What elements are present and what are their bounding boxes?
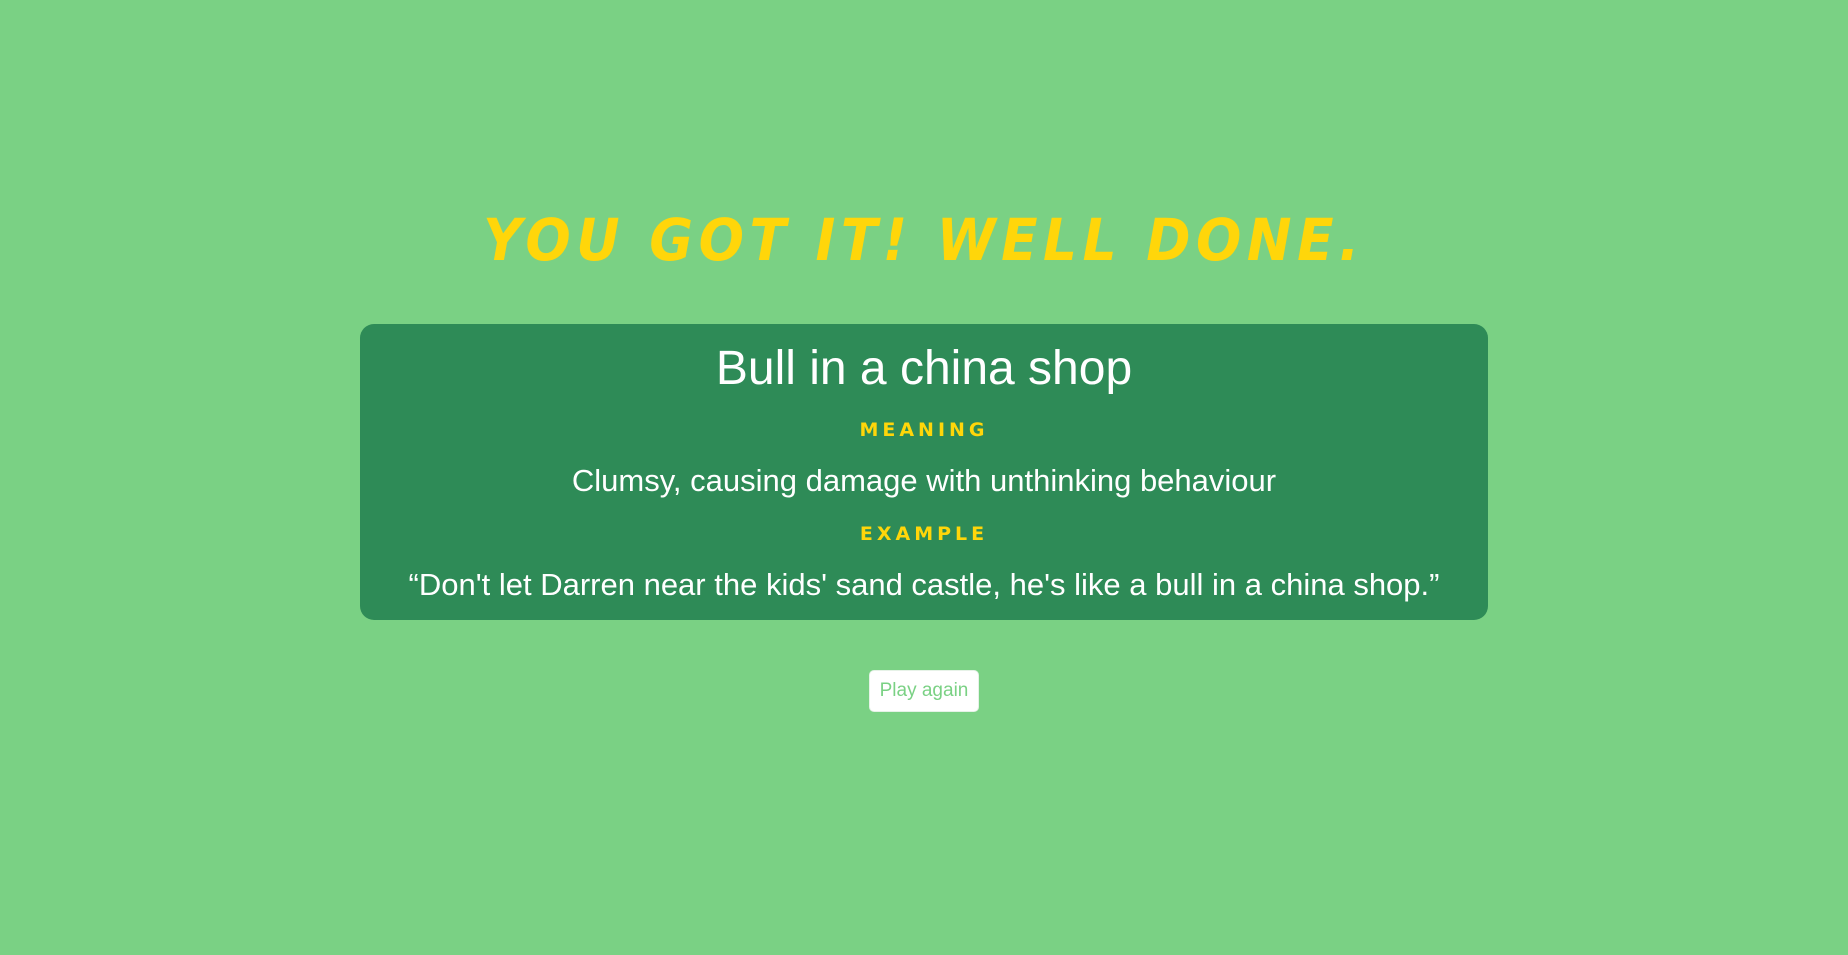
result-page: You got it! Well done. Bull in a china s…	[0, 0, 1848, 955]
example-text: “Don't let Darren near the kids' sand ca…	[408, 567, 1440, 602]
meaning-text: Clumsy, causing damage with unthinking b…	[571, 463, 1277, 498]
play-again-button[interactable]: Play again	[869, 670, 979, 712]
example-label: Example	[859, 523, 989, 545]
idiom-card: Bull in a china shop Meaning Clumsy, cau…	[360, 324, 1488, 620]
meaning-label: Meaning	[859, 419, 989, 441]
success-headline: You got it! Well done.	[483, 206, 1365, 274]
idiom-title: Bull in a china shop	[715, 342, 1133, 395]
